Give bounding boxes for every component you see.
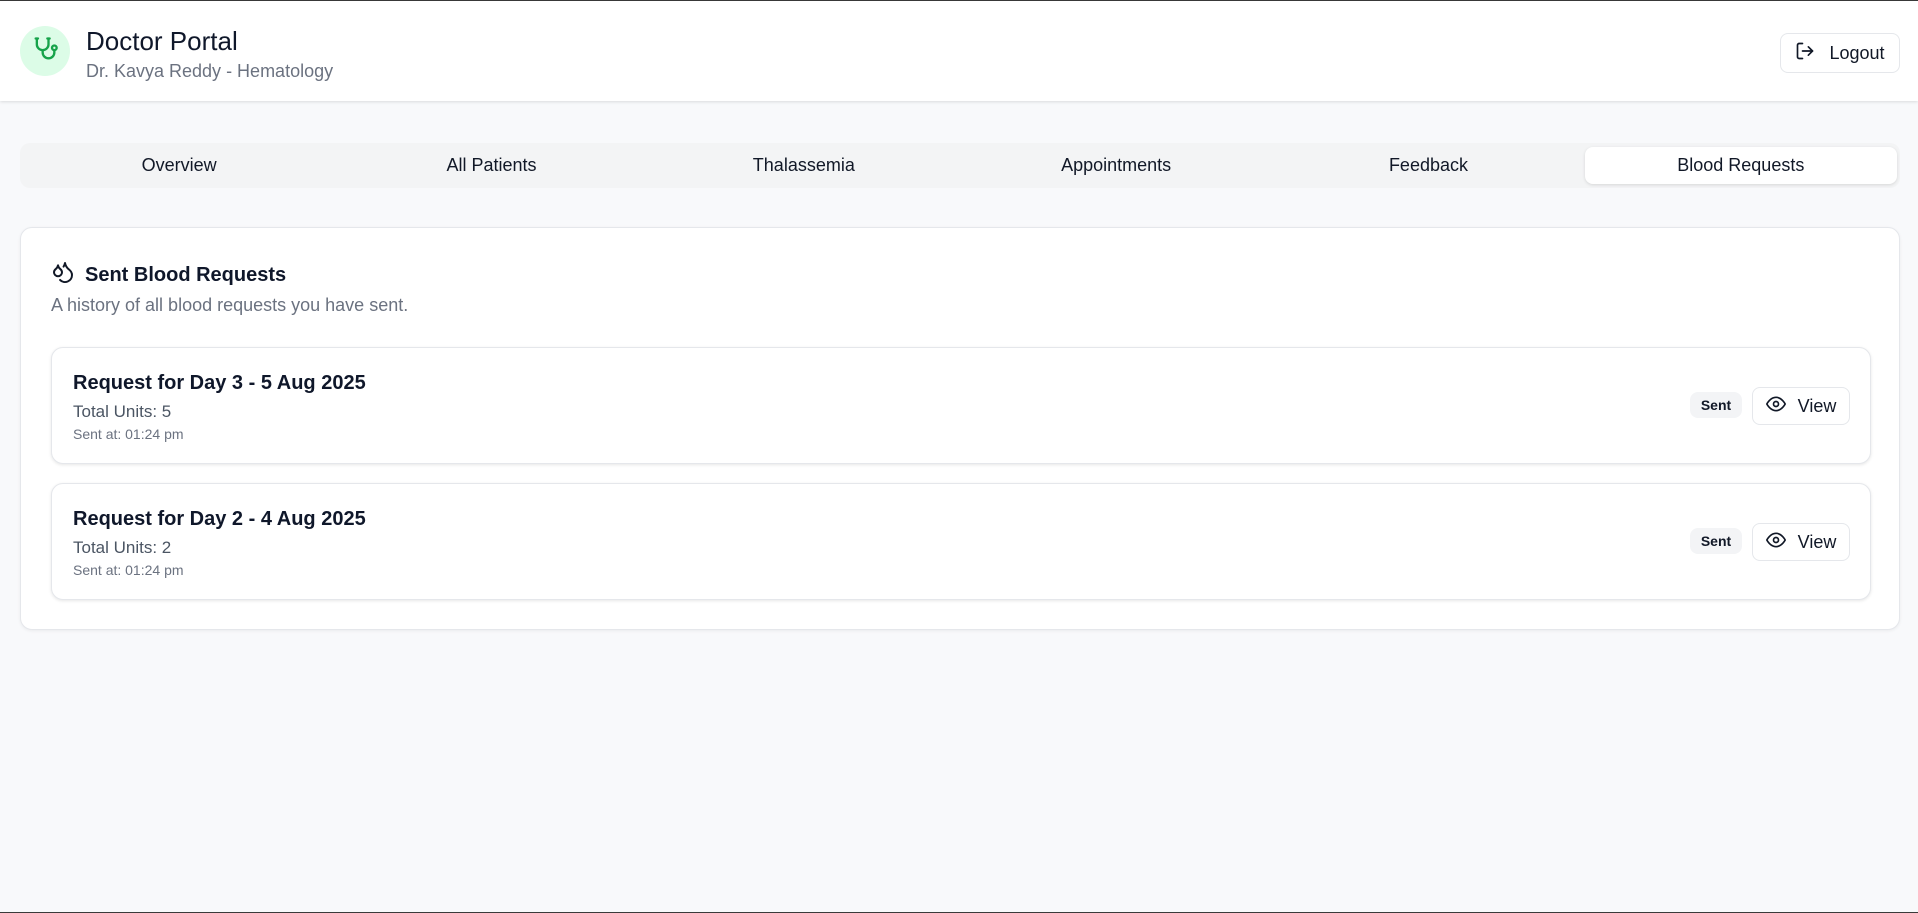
request-item: Request for Day 3 - 5 Aug 2025 Total Uni… <box>51 347 1871 464</box>
request-sent-time: Sent at: 01:24 pm <box>73 562 184 578</box>
doctor-subtitle: Dr. Kavya Reddy - Hematology <box>86 61 334 81</box>
request-units: Total Units: 2 <box>73 538 172 557</box>
tab-appointments[interactable]: Appointments <box>960 147 1272 184</box>
request-item: Request for Day 2 - 4 Aug 2025 Total Uni… <box>51 483 1871 600</box>
portal-title: Doctor Portal <box>86 26 238 56</box>
request-sent-time: Sent at: 01:24 pm <box>73 426 184 442</box>
request-units: Total Units: 5 <box>73 402 172 421</box>
app-header: Doctor Portal Dr. Kavya Reddy - Hematolo… <box>0 1 1918 101</box>
stethoscope-icon <box>31 35 59 68</box>
view-request-button[interactable]: View <box>1752 523 1850 561</box>
eye-icon <box>1765 530 1786 555</box>
view-label: View <box>1797 395 1837 416</box>
logout-button[interactable]: Logout <box>1780 33 1900 73</box>
sent-requests-panel: Sent Blood Requests A history of all blo… <box>20 227 1900 630</box>
tab-thalassemia[interactable]: Thalassemia <box>648 147 960 184</box>
blood-drops-icon <box>51 260 75 290</box>
panel-heading: Sent Blood Requests <box>51 260 286 290</box>
tab-bar: Overview All Patients Thalassemia Appoin… <box>20 143 1900 188</box>
status-badge: Sent <box>1690 392 1742 418</box>
view-request-button[interactable]: View <box>1752 387 1850 425</box>
panel-description: A history of all blood requests you have… <box>51 295 409 315</box>
eye-icon <box>1765 394 1786 419</box>
logout-label: Logout <box>1829 42 1885 63</box>
tab-overview[interactable]: Overview <box>23 147 335 184</box>
brand-block: Doctor Portal Dr. Kavya Reddy - Hematolo… <box>86 25 333 83</box>
tab-all-patients[interactable]: All Patients <box>335 147 647 184</box>
tab-feedback[interactable]: Feedback <box>1272 147 1584 184</box>
logout-icon <box>1795 41 1815 66</box>
tab-blood-requests[interactable]: Blood Requests <box>1584 147 1897 184</box>
view-label: View <box>1797 531 1837 552</box>
status-badge: Sent <box>1690 528 1742 554</box>
request-title: Request for Day 3 - 5 Aug 2025 <box>73 372 366 394</box>
app-logo <box>20 26 70 76</box>
panel-title: Sent Blood Requests <box>85 263 287 286</box>
request-title: Request for Day 2 - 4 Aug 2025 <box>73 508 366 530</box>
